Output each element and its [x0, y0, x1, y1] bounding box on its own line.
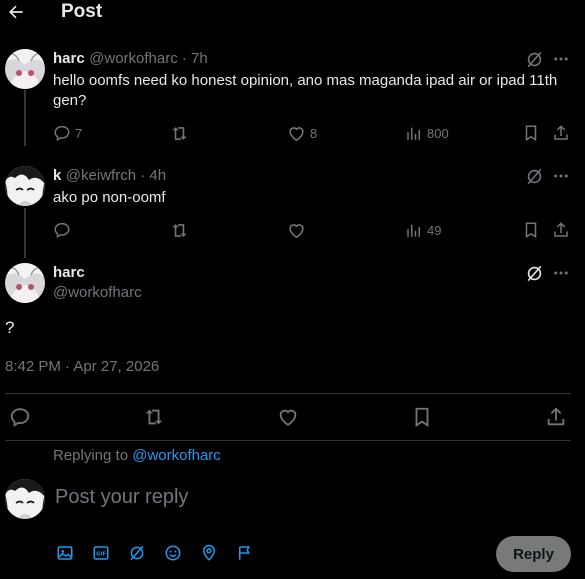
share-icon[interactable] [552, 221, 570, 239]
divider [5, 440, 571, 441]
thread-line [24, 90, 26, 146]
reply-button[interactable]: Reply [496, 536, 571, 572]
like-icon[interactable] [277, 406, 299, 428]
more-icon[interactable] [552, 50, 570, 68]
like-icon[interactable] [287, 221, 306, 240]
post-timestamp[interactable]: 8:42 PM · Apr 27, 2026 [5, 358, 159, 375]
author-handle-time[interactable]: @keiwfrch · 4h [66, 167, 166, 184]
view-count: 800 [427, 126, 449, 141]
like-icon[interactable] [287, 124, 306, 143]
avatar[interactable] [5, 166, 45, 206]
bookmark-icon[interactable] [522, 221, 540, 239]
views-icon[interactable] [405, 124, 423, 142]
author-name[interactable]: harc [53, 50, 85, 67]
more-icon[interactable] [552, 167, 570, 185]
gif-icon[interactable]: GIF [92, 544, 110, 562]
bookmark-icon[interactable] [522, 124, 540, 142]
image-icon[interactable] [56, 544, 74, 562]
location-icon[interactable] [200, 544, 218, 562]
author-handle-time[interactable]: @workofharc · 7h [89, 50, 208, 67]
author-name[interactable]: harc [53, 264, 85, 281]
views-icon[interactable] [405, 221, 423, 239]
share-icon[interactable] [545, 406, 567, 428]
post-header: k @keiwfrch · 4h [53, 167, 166, 185]
bookmark-icon[interactable] [411, 406, 433, 428]
reply-count: 7 [75, 126, 83, 141]
emoji-icon[interactable] [164, 544, 182, 562]
grok-icon[interactable] [525, 50, 544, 69]
like-count: 8 [310, 126, 318, 141]
reply-icon[interactable] [9, 406, 31, 428]
more-icon[interactable] [552, 264, 570, 282]
reply-input[interactable]: Post your reply [55, 486, 475, 509]
repost-icon[interactable] [170, 221, 189, 240]
repost-icon[interactable] [143, 406, 165, 428]
replying-to-label: Replying to [53, 447, 129, 464]
divider [5, 393, 571, 394]
grok-icon[interactable] [128, 544, 146, 562]
post-text: ? [5, 318, 15, 337]
avatar[interactable] [5, 263, 45, 303]
replying-to-handle[interactable]: @workofharc [132, 447, 221, 464]
avatar[interactable] [5, 49, 45, 89]
grok-icon[interactable] [525, 264, 544, 283]
post-header: harc @workofharc · 7h [53, 50, 208, 68]
post-text: hello oomfs need ko honest opinion, ano … [53, 72, 558, 109]
avatar[interactable] [5, 479, 45, 519]
view-count: 49 [427, 223, 442, 238]
page-title: Post [61, 1, 103, 22]
author-name[interactable]: k [53, 167, 61, 184]
back-arrow-icon[interactable] [6, 2, 26, 22]
flag-icon[interactable] [236, 544, 254, 562]
reply-icon[interactable] [53, 124, 71, 142]
post-text: ako po non-oomf [53, 189, 166, 206]
reply-icon[interactable] [53, 221, 71, 239]
svg-text:GIF: GIF [96, 552, 106, 558]
share-icon[interactable] [552, 124, 570, 142]
grok-icon[interactable] [525, 167, 544, 186]
thread-line [24, 208, 26, 258]
replying-to: Replying to @workofharc [53, 447, 221, 464]
author-handle[interactable]: @workofharc [53, 284, 142, 301]
repost-icon[interactable] [170, 124, 189, 143]
